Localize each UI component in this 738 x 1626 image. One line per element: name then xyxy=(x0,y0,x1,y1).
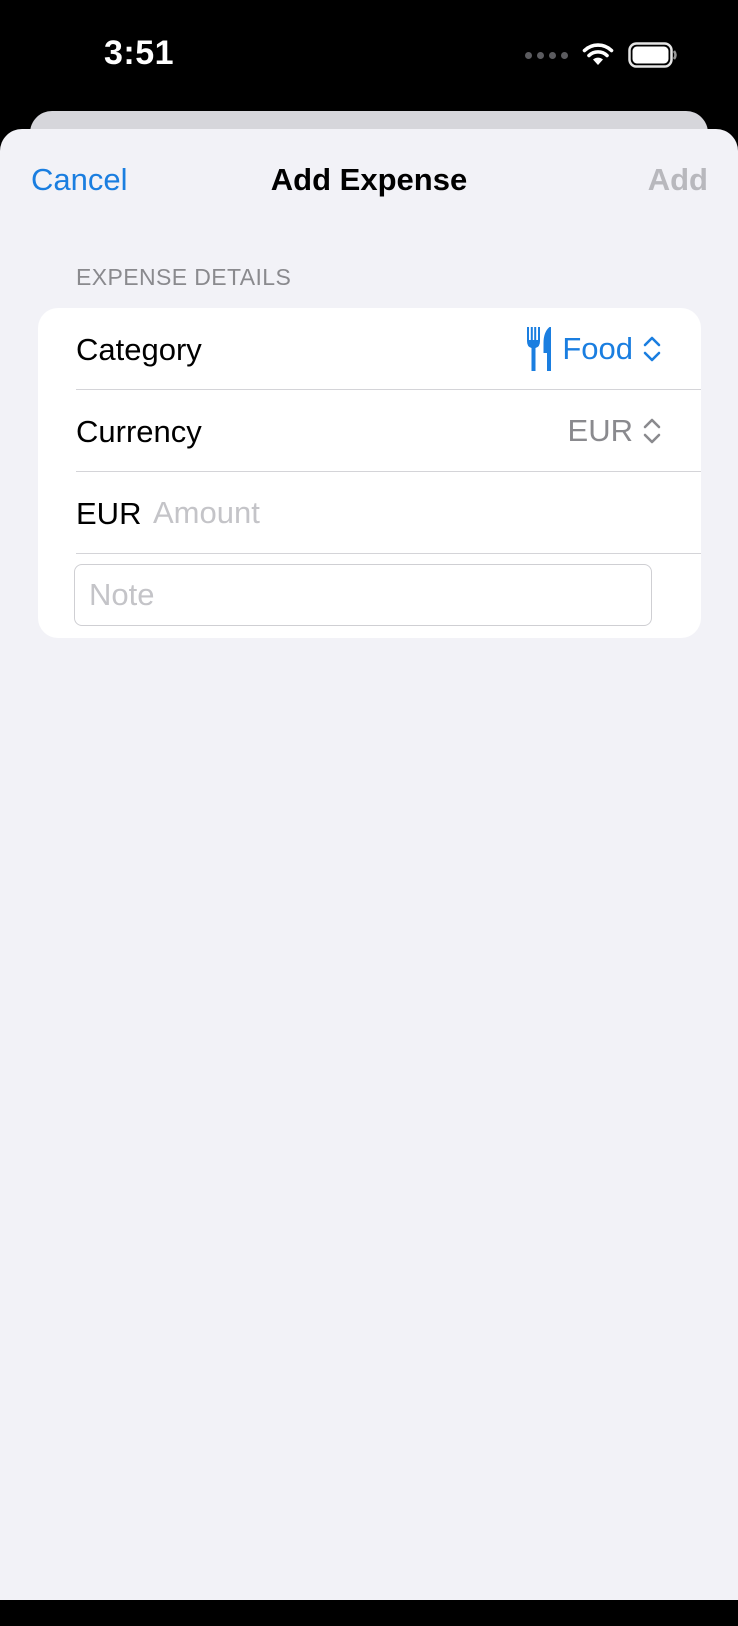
amount-input[interactable] xyxy=(151,490,655,536)
amount-row: EUR xyxy=(38,472,701,554)
currency-picker[interactable]: EUR xyxy=(568,406,663,456)
status-bar: 3:51 xyxy=(0,0,738,110)
battery-icon xyxy=(628,42,677,68)
expense-details-card: Category Food Currency EUR EUR Amount No… xyxy=(38,308,701,638)
status-time: 3:51 xyxy=(104,34,175,72)
note-input[interactable] xyxy=(74,564,652,626)
chevron-up-down-icon xyxy=(643,418,661,444)
fork-knife-icon xyxy=(527,327,552,371)
category-label: Category xyxy=(76,332,202,367)
navigation-bar: Cancel Add Expense Add xyxy=(0,129,738,229)
currency-value: EUR xyxy=(567,413,633,448)
wifi-icon xyxy=(582,43,614,65)
currency-label: Currency xyxy=(76,414,202,449)
currency-row: Currency EUR xyxy=(38,390,701,472)
add-button[interactable]: Add xyxy=(648,162,708,198)
category-value: Food xyxy=(562,331,633,366)
home-indicator xyxy=(238,1616,501,1626)
section-header: EXPENSE DETAILS xyxy=(76,264,292,290)
amount-currency-label: EUR xyxy=(76,496,142,531)
chevron-up-down-icon xyxy=(643,336,661,362)
status-icons xyxy=(525,40,678,70)
category-picker[interactable]: Food xyxy=(526,324,663,374)
add-expense-sheet: Cancel Add Expense Add EXPENSE DETAILS C… xyxy=(0,129,738,1626)
divider xyxy=(76,553,701,554)
page-title: Add Expense xyxy=(270,162,468,197)
category-row: Category Food xyxy=(38,308,701,390)
cellular-dots-icon xyxy=(525,51,568,59)
